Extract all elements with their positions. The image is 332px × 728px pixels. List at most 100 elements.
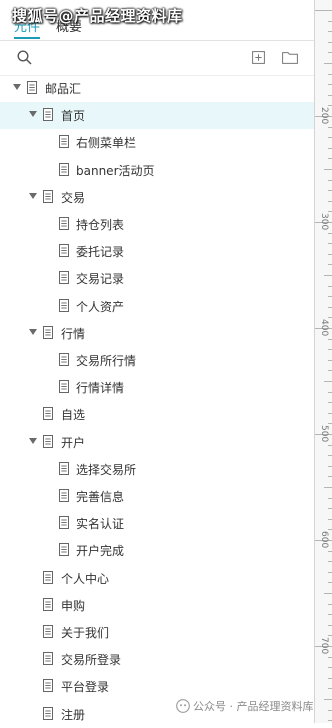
tree-item[interactable]: 完善信息 <box>0 483 314 510</box>
tree-item[interactable]: 行情详情 <box>0 374 314 401</box>
ruler-tick <box>328 253 332 255</box>
page-icon <box>59 516 69 530</box>
tree-item[interactable]: 交易所登录 <box>0 646 314 673</box>
tree-item[interactable]: 交易所行情 <box>0 347 314 374</box>
page-icon <box>59 543 69 557</box>
ruler-tick <box>324 593 332 594</box>
tree-item[interactable]: 关于我们 <box>0 619 314 646</box>
ruler-tick <box>328 232 332 234</box>
tree-item[interactable]: 行情 <box>0 320 314 347</box>
ruler-tick <box>328 264 332 266</box>
tree-item[interactable]: 申购 <box>0 592 314 619</box>
tree-item[interactable]: 平台登录 <box>0 673 314 700</box>
tree-item[interactable]: 委托记录 <box>0 238 314 265</box>
tree-item[interactable]: 自选 <box>0 401 314 428</box>
ruler-tick <box>328 41 332 43</box>
page-icon <box>43 625 53 638</box>
ruler-tick <box>328 73 332 75</box>
ruler-tick <box>328 688 332 690</box>
ruler-tick <box>328 720 332 722</box>
ruler-tick <box>328 285 332 287</box>
ruler-tick <box>328 582 332 584</box>
expand-caret-icon[interactable] <box>29 437 37 444</box>
tree-item-label: 申购 <box>61 598 86 613</box>
tree-item-label: 自选 <box>61 408 86 423</box>
ruler-tick <box>324 63 332 64</box>
expand-caret-icon[interactable] <box>29 328 37 335</box>
expand-caret-icon[interactable] <box>29 111 37 118</box>
tree-item-label: 交易记录 <box>76 272 125 287</box>
tree-item-label: 右侧菜单栏 <box>76 136 137 151</box>
ruler-tick <box>328 158 332 160</box>
page-icon <box>43 652 53 666</box>
tree-item-label: 交易所登录 <box>61 653 122 668</box>
ruler-tick <box>328 444 332 446</box>
ruler-tick <box>315 10 332 11</box>
page-icon <box>43 570 53 584</box>
folder-icon[interactable] <box>282 51 298 64</box>
tree-item-label: 开户完成 <box>76 544 125 559</box>
ruler-label: 300 <box>319 213 329 231</box>
ruler-tick <box>328 571 332 573</box>
tree-item-label: 实名认证 <box>76 517 125 532</box>
ruler-tick <box>328 126 332 128</box>
ruler-tick <box>328 667 332 669</box>
expand-caret-icon[interactable] <box>13 84 21 90</box>
page-icon <box>43 325 53 339</box>
page-icon <box>43 108 53 122</box>
tree-item[interactable]: 实名认证 <box>0 510 314 537</box>
page-icon <box>59 380 69 394</box>
ruler-tick <box>328 402 332 404</box>
watermark-top: 搜狐号@产品经理资料库 <box>12 7 183 25</box>
tree-item-label: 首页 <box>61 109 86 124</box>
tree-item[interactable]: 个人资产 <box>0 293 314 320</box>
ruler-tick <box>328 391 332 393</box>
tree-item[interactable]: 开户 <box>0 429 314 456</box>
ruler-tick <box>328 190 332 192</box>
ruler-tick <box>328 370 332 372</box>
ruler-tick <box>324 169 332 170</box>
search-icon[interactable] <box>17 50 32 65</box>
ruler-tick <box>324 699 332 700</box>
tree-item[interactable]: 交易记录 <box>0 265 314 292</box>
tree-item-label: 持仓列表 <box>76 218 125 232</box>
tree-item[interactable]: 首页 <box>0 102 314 130</box>
page-icon <box>43 407 53 421</box>
tree-item-label: banner活动页 <box>76 163 155 178</box>
ruler-tick <box>328 137 332 139</box>
tree-item-label: 选择交易所 <box>76 462 137 477</box>
page-icon <box>43 679 53 693</box>
expand-caret-icon[interactable] <box>29 192 37 199</box>
tree-item-label: 委托记录 <box>76 245 125 260</box>
pages-toolbar <box>0 41 314 76</box>
tree-item[interactable]: 右侧菜单栏 <box>0 129 314 156</box>
ruler-tick <box>328 179 332 181</box>
page-icon <box>59 162 69 176</box>
ruler-tick <box>328 656 332 658</box>
tree-item-label: 关于我们 <box>61 626 110 640</box>
ruler-label: 700 <box>319 637 329 655</box>
tree-item[interactable]: 开户完成 <box>0 537 314 564</box>
ruler-tick <box>328 296 332 298</box>
ruler-tick <box>328 338 332 340</box>
page-icon <box>59 135 69 149</box>
page-icon <box>59 244 69 258</box>
tree-item[interactable]: 交易 <box>0 184 314 211</box>
page-icon <box>59 461 69 475</box>
tree-item[interactable]: banner活动页 <box>0 157 314 184</box>
add-page-icon[interactable] <box>252 51 265 64</box>
tree-item[interactable]: 个人中心 <box>0 565 314 592</box>
page-icon <box>43 434 53 448</box>
ruler-tick <box>328 624 332 626</box>
ruler-label: 500 <box>319 425 329 443</box>
tree-item[interactable]: 持仓列表 <box>0 211 314 238</box>
page-icon <box>43 597 53 611</box>
page-icon <box>59 271 69 285</box>
ruler-tick <box>328 603 332 605</box>
tree-item[interactable]: 邮品汇 <box>0 75 314 102</box>
ruler-tick <box>328 306 332 308</box>
tree-item[interactable]: 选择交易所 <box>0 456 314 483</box>
pages-panel: 元件 概要 邮品汇 首页 右侧菜单栏 banner活动页 交易 持仓列表 委托记录 交易记录个… <box>0 0 314 723</box>
ruler-tick <box>328 147 332 149</box>
ruler-tick <box>328 561 332 563</box>
